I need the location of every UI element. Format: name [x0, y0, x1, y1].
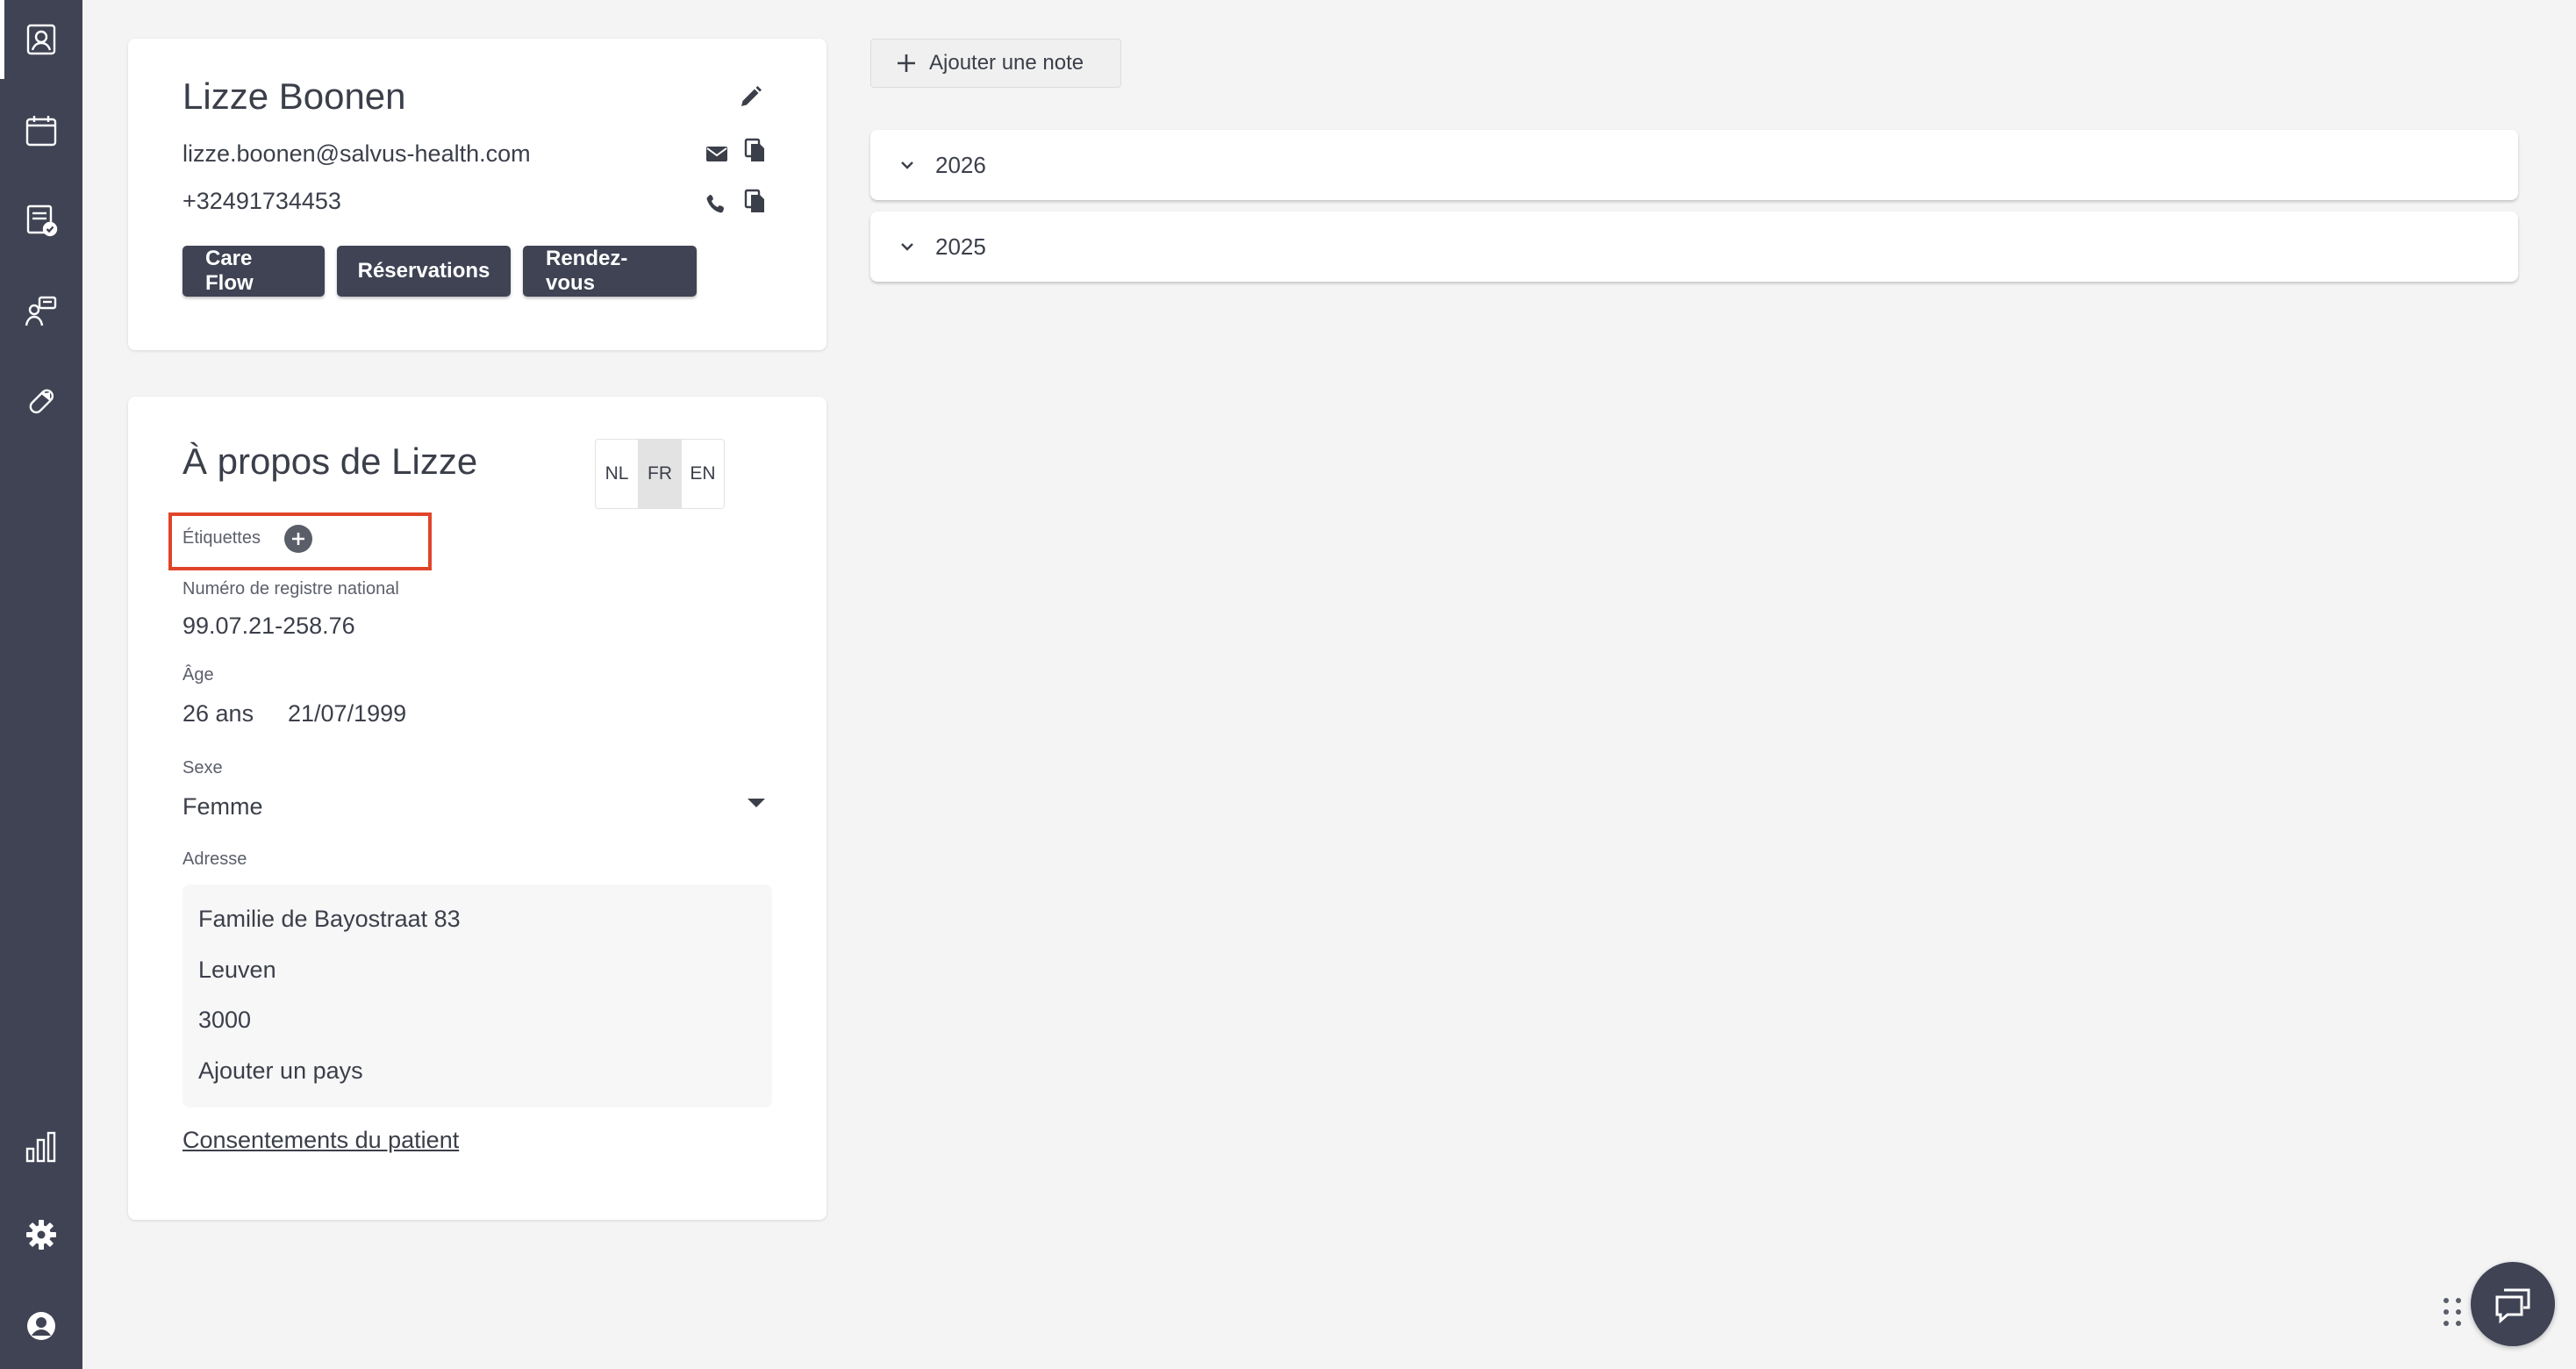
address-box: Familie de Bayostraat 83 Leuven 3000 Ajo… — [182, 885, 772, 1107]
pencil-icon[interactable] — [737, 82, 765, 111]
chevron-down-icon — [901, 243, 913, 251]
sidebar-item-settings[interactable] — [0, 1195, 82, 1274]
about-title: À propos de Lizze — [182, 441, 478, 482]
plus-icon — [292, 533, 304, 545]
appointments-button[interactable]: Rendez-vous — [523, 246, 697, 297]
user-circle-icon — [27, 1312, 55, 1340]
person-chat-icon — [25, 296, 57, 326]
mail-icon[interactable] — [704, 140, 730, 167]
add-note-button[interactable]: Ajouter une note — [870, 39, 1121, 88]
calendar-icon — [25, 116, 57, 147]
checked-document-icon — [26, 204, 58, 237]
care-flow-button[interactable]: Care Flow — [182, 246, 325, 297]
year-label: 2025 — [935, 233, 986, 260]
email-text[interactable]: lizze.boonen@salvus-health.com — [182, 140, 531, 168]
national-register-label: Numéro de registre national — [182, 579, 399, 598]
sidebar — [0, 0, 82, 1369]
chevron-down-icon[interactable] — [748, 799, 765, 807]
phone-text[interactable]: +32491734453 — [182, 188, 341, 215]
year-label: 2026 — [935, 151, 986, 178]
drag-handle-icon[interactable] — [2441, 1295, 2464, 1329]
plus-icon — [898, 54, 915, 72]
language-selector: NL FR EN — [595, 439, 725, 509]
address-street[interactable]: Familie de Bayostraat 83 — [198, 906, 461, 933]
phone-icon[interactable] — [704, 191, 730, 218]
year-panel-2025[interactable]: 2025 — [870, 211, 2518, 282]
address-label: Adresse — [182, 849, 247, 869]
language-fr-button[interactable]: FR — [639, 440, 682, 508]
patient-name: Lizze Boonen — [182, 75, 406, 117]
copy-phone-icon[interactable] — [742, 188, 769, 214]
add-tag-button[interactable] — [284, 525, 312, 553]
sidebar-item-messages[interactable] — [0, 272, 82, 351]
contact-card-icon — [26, 24, 56, 55]
bar-chart-icon — [25, 1131, 56, 1163]
sidebar-item-documents[interactable] — [0, 181, 82, 260]
year-panel-2026[interactable]: 2026 — [870, 130, 2518, 200]
sex-label: Sexe — [182, 758, 223, 778]
tags-label: Étiquettes — [182, 528, 261, 548]
sidebar-item-profile[interactable] — [0, 1287, 82, 1365]
address-postal-code[interactable]: 3000 — [198, 1007, 251, 1034]
sidebar-item-calendar[interactable] — [0, 91, 82, 170]
national-register-value[interactable]: 99.07.21-258.76 — [182, 613, 355, 640]
chevron-down-icon — [901, 161, 913, 169]
age-label: Âge — [182, 665, 214, 684]
add-note-label: Ajouter une note — [929, 51, 1084, 75]
chat-button[interactable] — [2471, 1262, 2555, 1346]
language-en-button[interactable]: EN — [682, 440, 724, 508]
age-value: 26 ans — [182, 700, 254, 727]
reservations-button[interactable]: Réservations — [337, 246, 511, 297]
birthdate-value[interactable]: 21/07/1999 — [288, 700, 406, 728]
about-card: À propos de Lizze NL FR EN Étiquettes Nu… — [128, 397, 826, 1220]
contact-action-buttons: Care Flow Réservations Rendez-vous — [182, 246, 697, 297]
sidebar-item-patient[interactable] — [0, 0, 82, 79]
patient-consents-link[interactable]: Consentements du patient — [182, 1127, 459, 1154]
address-city[interactable]: Leuven — [198, 957, 276, 984]
contact-card: Lizze Boonen lizze.boonen@salvus-health.… — [128, 39, 826, 350]
chat-bubbles-icon — [2495, 1288, 2530, 1324]
address-country[interactable]: Ajouter un pays — [198, 1057, 363, 1085]
sex-select[interactable]: Femme — [182, 793, 263, 821]
sidebar-item-medication[interactable] — [0, 362, 82, 441]
language-nl-button[interactable]: NL — [596, 440, 639, 508]
gear-icon — [26, 1220, 56, 1250]
copy-email-icon[interactable] — [742, 137, 769, 163]
sidebar-item-statistics[interactable] — [0, 1107, 82, 1186]
pill-icon — [29, 389, 54, 414]
